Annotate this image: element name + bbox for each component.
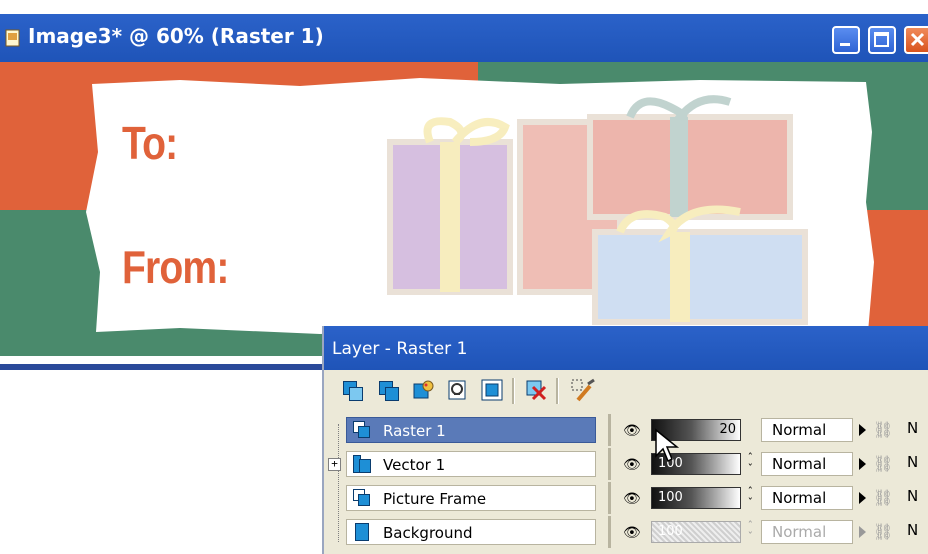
close-button[interactable] [904, 26, 928, 54]
visibility-eye-icon[interactable]: 👁 [623, 490, 641, 507]
layer-properties: 👁 100 ˆˇ Normal ⛓ N [608, 516, 928, 548]
opacity-slider[interactable]: 100 [651, 487, 741, 509]
blend-mode-select[interactable]: Normal [761, 452, 853, 476]
new-mask-layer-icon[interactable] [446, 378, 470, 402]
layer-name: Picture Frame [383, 490, 487, 508]
maximize-button[interactable] [868, 26, 896, 54]
opacity-spin-icon[interactable]: ˆˇ [747, 486, 754, 508]
opacity-spin-icon: ˆˇ [747, 519, 754, 543]
blend-mode-arrow-icon[interactable] [859, 424, 866, 436]
link-icon[interactable]: ⛓ [873, 420, 893, 440]
layer-row-raster-1[interactable]: Raster 1 👁 20 Normal ⛓ N [324, 414, 924, 446]
layer-row-picture-frame[interactable]: Picture Frame 👁 100 ˆˇ Normal ⛓ N [324, 482, 924, 514]
layer-name: Vector 1 [383, 456, 446, 474]
mouse-cursor-icon [655, 428, 680, 463]
expand-toggle[interactable]: + [328, 458, 341, 471]
edit-selection-icon[interactable] [570, 378, 595, 402]
opacity-value: 100 [658, 524, 683, 539]
layer-name: Background [383, 524, 473, 542]
link-icon[interactable]: ⛓ [873, 454, 893, 474]
from-label: From: [122, 241, 229, 293]
vector-layer-icon [353, 455, 371, 473]
to-label: To: [122, 117, 178, 169]
raster-layer-icon [353, 421, 371, 439]
delete-layer-icon[interactable] [524, 378, 548, 402]
visibility-eye-icon[interactable]: 👁 [623, 524, 641, 541]
layer-properties: 👁 100 ˆˇ Normal ⛓ N [608, 482, 928, 514]
truncated-column: N [907, 453, 919, 471]
gift-tag-graphic [86, 78, 874, 334]
layer-name-box[interactable]: Vector 1 [346, 451, 596, 477]
raster-layer-icon [353, 489, 371, 507]
new-raster-layer-icon[interactable] [340, 378, 364, 402]
layer-palette[interactable]: Layer - Raster 1 Raster 1 👁 20 Normal ⛓ … [322, 326, 928, 554]
opacity-value: 100 [658, 490, 683, 505]
opacity-slider: 100 [651, 521, 741, 543]
truncated-column: N [907, 487, 919, 505]
close-icon [910, 32, 925, 47]
visibility-eye-icon[interactable]: 👁 [623, 422, 641, 439]
layer-list: Raster 1 👁 20 Normal ⛓ N + Vector 1 👁 10… [324, 410, 928, 554]
maximize-icon [874, 32, 889, 47]
visibility-eye-icon[interactable]: 👁 [623, 456, 641, 473]
blend-mode-arrow-icon[interactable] [859, 492, 866, 504]
link-icon[interactable]: ⛓ [873, 522, 893, 542]
toolbar-separator [512, 378, 515, 404]
layer-name: Raster 1 [383, 422, 446, 440]
layer-row-background[interactable]: Background 👁 100 ˆˇ Normal ⛓ N [324, 516, 924, 548]
layer-row-vector-1[interactable]: + Vector 1 👁 100 ˆˇ Normal ⛓ N [324, 448, 924, 480]
blend-mode-select[interactable]: Normal [761, 418, 853, 442]
document-icon [5, 29, 20, 47]
blend-mode-arrow-icon[interactable] [859, 458, 866, 470]
image-window-titlebar[interactable]: Image3* @ 60% (Raster 1) [0, 14, 928, 62]
background-layer-icon [353, 523, 371, 541]
layer-palette-titlebar[interactable]: Layer - Raster 1 [324, 326, 928, 370]
toolbar-separator [556, 378, 559, 404]
layer-palette-title: Layer - Raster 1 [332, 339, 468, 359]
truncated-column: N [907, 419, 919, 437]
layer-toolbar [324, 370, 928, 411]
layer-name-box[interactable]: Raster 1 [346, 417, 596, 443]
minimize-icon [840, 43, 850, 46]
blend-mode-select: Normal [761, 520, 853, 544]
new-art-media-layer-icon[interactable] [412, 378, 436, 402]
canvas-divider [0, 364, 330, 370]
minimize-button[interactable] [832, 26, 860, 54]
layer-name-box[interactable]: Background [346, 519, 596, 545]
truncated-column: N [907, 521, 919, 539]
window-title: Image3* @ 60% (Raster 1) [28, 24, 324, 48]
new-adjustment-layer-icon[interactable] [480, 378, 504, 402]
layer-name-box[interactable]: Picture Frame [346, 485, 596, 511]
link-icon[interactable]: ⛓ [873, 488, 893, 508]
blend-mode-arrow-icon [859, 526, 866, 538]
opacity-value: 20 [719, 422, 736, 437]
blend-mode-select[interactable]: Normal [761, 486, 853, 510]
new-vector-layer-icon[interactable] [376, 378, 400, 402]
opacity-spin-icon[interactable]: ˆˇ [747, 452, 754, 474]
